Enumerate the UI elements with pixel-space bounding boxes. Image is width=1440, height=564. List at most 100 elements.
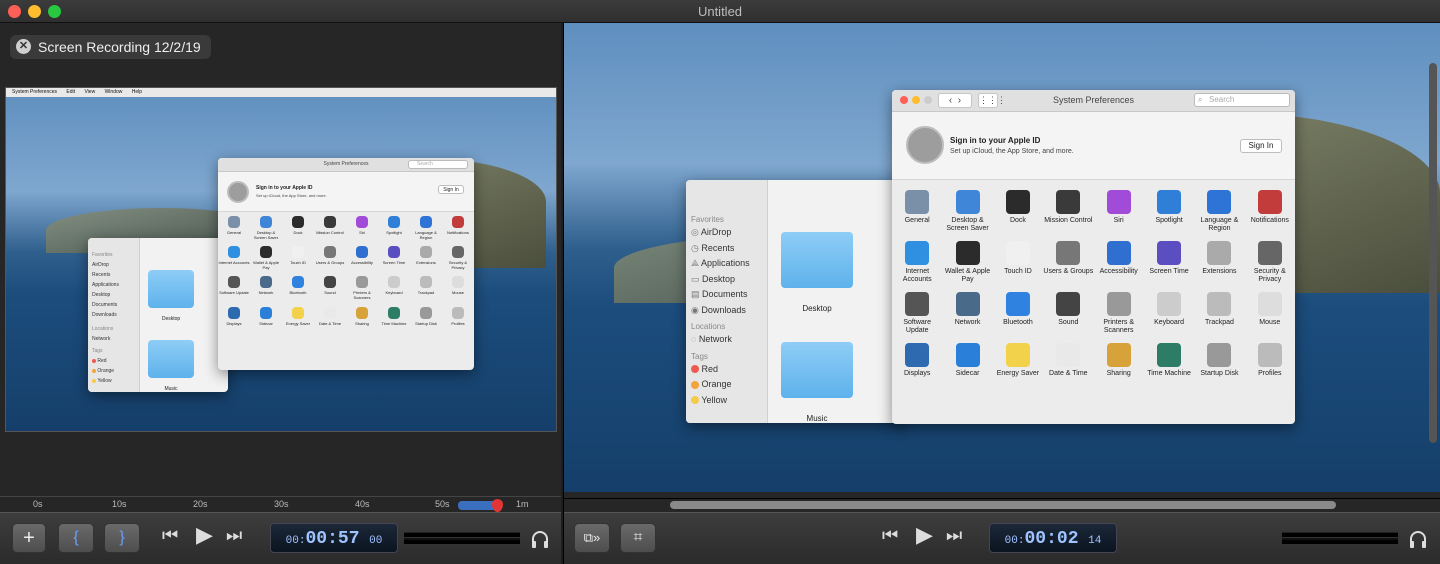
pref-pane-item[interactable]: Sharing bbox=[1094, 343, 1144, 378]
pref-pane-item[interactable]: Network bbox=[250, 276, 282, 300]
pref-pane-item[interactable]: Time Machine bbox=[378, 306, 410, 327]
headphones-icon[interactable] bbox=[1408, 529, 1428, 549]
pref-pane-item[interactable]: Sound bbox=[314, 276, 346, 300]
sidebar-tag-yellow[interactable]: Yellow bbox=[691, 393, 763, 409]
pref-pane-item[interactable]: Trackpad bbox=[410, 276, 442, 300]
play-icon[interactable]: ▶ bbox=[916, 522, 933, 548]
pref-pane-label: Desktop & Screen Saver bbox=[253, 230, 279, 240]
pref-pane-item[interactable]: Touch ID bbox=[993, 241, 1043, 284]
pref-pane-item[interactable]: Spotlight bbox=[1144, 190, 1194, 233]
pref-pane-label: Mission Control bbox=[316, 230, 344, 235]
pref-pane-item[interactable]: Dock bbox=[282, 216, 314, 240]
pref-pane-item[interactable]: Accessibility bbox=[346, 246, 378, 270]
pref-pane-item[interactable]: Displays bbox=[892, 343, 942, 378]
pref-pane-item[interactable]: Security & Privacy bbox=[442, 246, 474, 270]
pref-pane-item[interactable]: Mission Control bbox=[1043, 190, 1093, 233]
pref-pane-item[interactable]: Screen Time bbox=[1144, 241, 1194, 284]
pref-pane-item[interactable]: Extensions bbox=[410, 246, 442, 270]
sidebar-item-recents[interactable]: ◷ Recents bbox=[691, 241, 763, 257]
pref-pane-item[interactable]: Printers & Scanners bbox=[1094, 292, 1144, 335]
sidebar-item-desktop[interactable]: ▭ Desktop bbox=[691, 272, 763, 288]
search-field[interactable]: ⌕ Search bbox=[1194, 93, 1290, 107]
desktop-folder-icon[interactable] bbox=[781, 232, 853, 288]
pref-pane-item[interactable]: Dock bbox=[993, 190, 1043, 233]
pref-pane-item[interactable]: Sidecar bbox=[942, 343, 992, 378]
pref-pane-item[interactable]: Sharing bbox=[346, 306, 378, 327]
pref-pane-item[interactable]: Desktop & Screen Saver bbox=[250, 216, 282, 240]
pref-pane-item[interactable]: Touch ID bbox=[282, 246, 314, 270]
pref-pane-item[interactable]: Date & Time bbox=[314, 306, 346, 327]
pref-pane-item[interactable]: Trackpad bbox=[1194, 292, 1244, 335]
pref-pane-item[interactable]: Startup Disk bbox=[410, 306, 442, 327]
pref-pane-item[interactable]: Desktop & Screen Saver bbox=[942, 190, 992, 233]
pref-pane-item[interactable]: Time Machine bbox=[1144, 343, 1194, 378]
pref-pane-item[interactable]: Keyboard bbox=[378, 276, 410, 300]
timeline-ruler[interactable]: 0s 10s 20s 30s 40s 50s 1m bbox=[0, 496, 561, 512]
fast-forward-icon[interactable]: ⏭ bbox=[946, 525, 962, 546]
pref-pane-item[interactable]: Language & Region bbox=[1194, 190, 1244, 233]
horizontal-scrollbar[interactable] bbox=[670, 501, 1336, 509]
recording-clip-label[interactable]: ✕ Screen Recording 12/2/19 bbox=[10, 35, 211, 59]
play-icon[interactable]: ▶ bbox=[196, 522, 213, 548]
sidebar-tag-orange[interactable]: Orange bbox=[691, 377, 763, 393]
pref-pane-item[interactable]: Software Update bbox=[218, 276, 250, 300]
pref-pane-item[interactable]: Internet Accounts bbox=[892, 241, 942, 284]
headphones-icon[interactable] bbox=[530, 529, 550, 549]
share-export-icon[interactable]: ⧉» bbox=[574, 523, 610, 553]
sidebar-item-network[interactable]: ◌ Network bbox=[691, 332, 763, 348]
fast-forward-icon[interactable]: ⏭ bbox=[226, 525, 242, 546]
sidebar-item-downloads[interactable]: ◉ Downloads bbox=[691, 303, 763, 319]
pref-pane-item[interactable]: Mouse bbox=[1245, 292, 1295, 335]
pref-pane-item[interactable]: Software Update bbox=[892, 292, 942, 335]
sign-in-button[interactable]: Sign In bbox=[1240, 139, 1282, 153]
crop-icon[interactable]: ⌗ bbox=[620, 523, 656, 553]
playhead-marker[interactable] bbox=[492, 499, 503, 512]
pref-pane-item[interactable]: Extensions bbox=[1194, 241, 1244, 284]
music-folder-icon[interactable] bbox=[781, 342, 853, 398]
add-button[interactable]: + bbox=[12, 523, 46, 553]
pref-pane-item[interactable]: Printers & Scanners bbox=[346, 276, 378, 300]
pref-pane-item[interactable]: Bluetooth bbox=[282, 276, 314, 300]
pref-pane-icon bbox=[905, 190, 930, 214]
close-clip-icon[interactable]: ✕ bbox=[16, 39, 31, 54]
sidebar-item-airdrop[interactable]: ◎ AirDrop bbox=[691, 225, 763, 241]
sidebar-tag-red[interactable]: Red bbox=[691, 362, 763, 378]
pref-pane-item[interactable]: Sidecar bbox=[250, 306, 282, 327]
pref-pane-item[interactable]: Security & Privacy bbox=[1245, 241, 1295, 284]
pref-pane-item[interactable]: General bbox=[892, 190, 942, 233]
pref-pane-item[interactable]: Bluetooth bbox=[993, 292, 1043, 335]
pref-pane-item[interactable]: Energy Saver bbox=[993, 343, 1043, 378]
pref-pane-item[interactable]: Startup Disk bbox=[1194, 343, 1244, 378]
pref-pane-item[interactable]: Wallet & Apple Pay bbox=[942, 241, 992, 284]
pref-pane-item[interactable]: Profiles bbox=[1245, 343, 1295, 378]
pref-pane-item[interactable]: General bbox=[218, 216, 250, 240]
pref-pane-item[interactable]: Siri bbox=[1094, 190, 1144, 233]
pref-pane-item[interactable]: Screen Time bbox=[378, 246, 410, 270]
sidebar-item-documents[interactable]: ▤ Documents bbox=[691, 287, 763, 303]
pref-pane-item[interactable]: Network bbox=[942, 292, 992, 335]
pref-pane-item[interactable]: Profiles bbox=[442, 306, 474, 327]
pref-pane-item[interactable]: Date & Time bbox=[1043, 343, 1093, 378]
pref-pane-item[interactable]: Siri bbox=[346, 216, 378, 240]
pref-pane-item[interactable]: Users & Groups bbox=[314, 246, 346, 270]
trim-end-button[interactable]: } bbox=[104, 523, 140, 553]
pref-pane-item[interactable]: Wallet & Apple Pay bbox=[250, 246, 282, 270]
rewind-icon[interactable]: ⏮ bbox=[882, 525, 898, 546]
pref-pane-item[interactable]: Spotlight bbox=[378, 216, 410, 240]
pref-pane-item[interactable]: Sound bbox=[1043, 292, 1093, 335]
pref-pane-item[interactable]: Internet Accounts bbox=[218, 246, 250, 270]
trim-start-button[interactable]: { bbox=[58, 523, 94, 553]
pref-pane-item[interactable]: Mission Control bbox=[314, 216, 346, 240]
pref-pane-item[interactable]: Energy Saver bbox=[282, 306, 314, 327]
pref-pane-item[interactable]: Keyboard bbox=[1144, 292, 1194, 335]
pref-pane-item[interactable]: Notifications bbox=[442, 216, 474, 240]
pref-pane-item[interactable]: Mouse bbox=[442, 276, 474, 300]
pref-pane-item[interactable]: Accessibility bbox=[1094, 241, 1144, 284]
pref-pane-item[interactable]: Language & Region bbox=[410, 216, 442, 240]
pref-pane-item[interactable]: Notifications bbox=[1245, 190, 1295, 233]
rewind-icon[interactable]: ⏮ bbox=[162, 525, 178, 546]
vertical-scrollbar[interactable] bbox=[1429, 63, 1437, 443]
pref-pane-item[interactable]: Displays bbox=[218, 306, 250, 327]
pref-pane-item[interactable]: Users & Groups bbox=[1043, 241, 1093, 284]
sidebar-item-applications[interactable]: ⟁ Applications bbox=[691, 256, 763, 272]
